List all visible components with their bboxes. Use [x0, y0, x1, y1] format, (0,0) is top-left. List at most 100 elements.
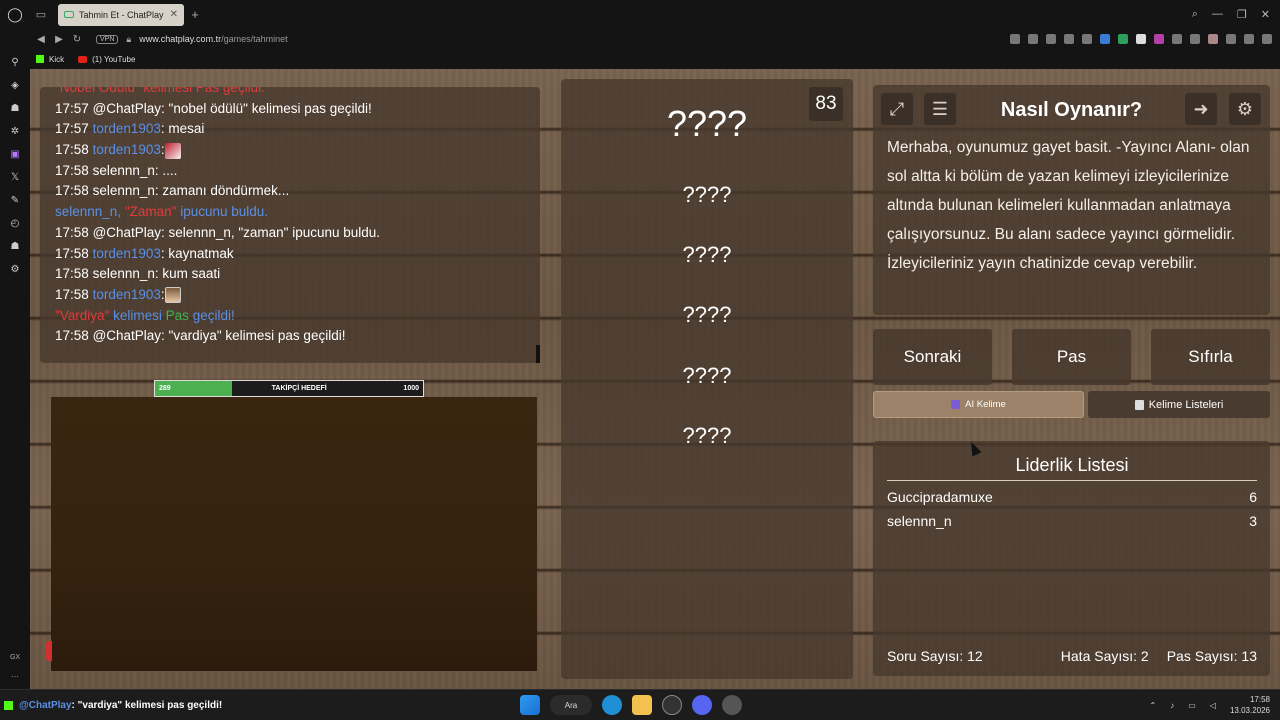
bookmark-icon[interactable]: [1010, 34, 1020, 44]
microphone-icon[interactable]: ♪: [1170, 701, 1174, 710]
youtube-icon: [78, 55, 88, 63]
kick-notification[interactable]: @ChatPlay: "vardiya" kelimesi pas geçild…: [0, 700, 222, 711]
game-stats: Soru Sayısı: 12 Hata Sayısı: 2 Pas Sayıs…: [887, 648, 1257, 664]
sidebar-item-game2-icon[interactable]: ☗: [8, 239, 22, 253]
obs-icon[interactable]: [722, 695, 742, 715]
pass-button[interactable]: Pas: [1012, 329, 1131, 385]
close-window-icon[interactable]: ✕: [1261, 8, 1270, 21]
chat-line: 17:58 @ChatPlay: selennn_n, "zaman" ipuc…: [55, 223, 540, 244]
back-icon[interactable]: ◀: [32, 34, 50, 45]
pass-label: Pas: [165, 307, 189, 323]
more-icon[interactable]: ⋯: [12, 673, 19, 681]
x-icon[interactable]: 𝕏: [8, 170, 22, 184]
discord-icon[interactable]: [692, 695, 712, 715]
windows-start-icon[interactable]: [520, 695, 540, 715]
close-tab-icon[interactable]: ✕: [170, 9, 178, 20]
clock-time: 17:58: [1249, 695, 1270, 704]
opera-gx-icon[interactable]: [662, 695, 682, 715]
ai-word-label: AI Kelime: [965, 399, 1006, 410]
clock[interactable]: 17:58 13.03.2026: [1230, 694, 1270, 716]
network-icon[interactable]: ▭: [1188, 701, 1196, 710]
sidebar-item-hotkeys-icon[interactable]: ✲: [8, 124, 22, 138]
settings-icon[interactable]: ⚙: [8, 262, 22, 276]
bookmark-kick[interactable]: Kick: [36, 55, 64, 64]
next-button[interactable]: Sonraki: [873, 329, 992, 385]
menu-icon[interactable]: [1262, 34, 1272, 44]
opera-gx-logo-icon[interactable]: ◯: [0, 0, 30, 29]
recording-indicator: [46, 641, 52, 661]
pass-text: kelimesi: [113, 307, 162, 323]
extension-icon[interactable]: [1136, 34, 1146, 44]
ai-word-button[interactable]: AI Kelime: [873, 391, 1084, 418]
shield-icon[interactable]: [1046, 34, 1056, 44]
sidebar-item-game-icon[interactable]: ☗: [8, 101, 22, 115]
extension-icon[interactable]: [1172, 34, 1182, 44]
extension-icon[interactable]: [1226, 34, 1236, 44]
tab-manager-icon[interactable]: ▭: [30, 8, 52, 21]
chat-time: 17:58: [55, 266, 89, 282]
avatar[interactable]: [1208, 34, 1218, 44]
chat-message: : kaynatmak: [160, 245, 234, 261]
streamer-area: [51, 397, 537, 671]
word-lists-button[interactable]: Kelime Listeleri: [1088, 391, 1270, 418]
url-field[interactable]: www.chatplay.com.tr/games/tahminet: [139, 34, 287, 44]
chat-panel: "Nobel Ödülü" kelimesi Pas geçildi. 17:5…: [40, 87, 540, 363]
file-explorer-icon[interactable]: [632, 695, 652, 715]
search-icon[interactable]: ⌕: [1192, 8, 1198, 21]
follower-current: 289: [159, 385, 171, 392]
pass-word: "Vardiya": [55, 307, 110, 323]
sidebar-item-history-icon[interactable]: ◴: [8, 216, 22, 230]
volume-icon[interactable]: ◁: [1210, 701, 1216, 710]
lock-icon[interactable]: 🔒︎: [126, 34, 131, 45]
twitch-icon[interactable]: ▣: [8, 147, 22, 161]
bookmark-youtube[interactable]: (1) YouTube: [78, 55, 135, 64]
question-count: Soru Sayısı: 12: [887, 648, 983, 664]
chat-message: : zamanı döndürmek...: [154, 183, 290, 199]
chat-line: "Nobel Ödülü" kelimesi Pas geçildi.: [55, 87, 540, 99]
pass-text: geçildi!: [192, 307, 235, 323]
ai-icon[interactable]: [1244, 34, 1254, 44]
gx-label[interactable]: GX: [10, 654, 20, 661]
taskbar-search[interactable]: Ara: [550, 695, 592, 715]
leaderboard-panel: Liderlik Listesi Guccipradamuxe 6 selenn…: [873, 441, 1270, 676]
notif-user: @ChatPlay: [19, 699, 72, 711]
sidebar-item-pin-icon[interactable]: ⚲: [8, 55, 22, 69]
chat-time: 17:57: [55, 121, 89, 137]
heart-icon[interactable]: [1082, 34, 1092, 44]
gear-icon[interactable]: ⚙: [1229, 93, 1261, 125]
chat-pass-line: "Vardiya" kelimesi Pas geçildi!: [55, 306, 540, 327]
chat-time: 17:58: [55, 142, 89, 158]
extension-icon[interactable]: [1100, 34, 1110, 44]
extension-icon[interactable]: [1154, 34, 1164, 44]
bookmark-label: Kick: [49, 54, 65, 64]
player-score: 3: [1249, 513, 1257, 529]
exit-icon[interactable]: ➜: [1185, 93, 1217, 125]
chat-time: 17:58: [55, 224, 89, 240]
leaderboard-row: Guccipradamuxe 6: [887, 489, 1257, 505]
reload-icon[interactable]: ↻: [68, 34, 86, 45]
browser-tab[interactable]: Tahmin Et - ChatPlay ✕: [58, 3, 184, 26]
forward-icon[interactable]: ▶: [50, 34, 68, 45]
sidebar-item-gx-icon[interactable]: ◈: [8, 78, 22, 92]
new-tab-button[interactable]: +: [184, 7, 206, 22]
snapshot-icon[interactable]: [1028, 34, 1038, 44]
chat-message: : "nobel ödülü" kelimesi pas geçildi!: [161, 100, 372, 116]
address-bar: ◀ ▶ ↻ VPN 🔒︎ www.chatplay.com.tr/games/t…: [0, 29, 1280, 49]
chat-time: 17:57: [55, 100, 89, 116]
browser-sidebar: ⚲ ◈ ☗ ✲ ▣ 𝕏 ✎ ◴ ☗ ⚙ GX ⋯: [0, 49, 30, 689]
vpn-badge[interactable]: VPN: [96, 34, 119, 44]
play-icon[interactable]: [1064, 34, 1074, 44]
chat-message: : mesai: [160, 121, 205, 137]
extension-icon[interactable]: [1190, 34, 1200, 44]
chevron-up-icon[interactable]: ⌃: [1150, 701, 1157, 710]
minimize-icon[interactable]: —: [1212, 8, 1223, 21]
extension-icon[interactable]: [1118, 34, 1128, 44]
reset-button[interactable]: Sıfırla: [1151, 329, 1270, 385]
kick-icon: [4, 700, 13, 710]
restore-icon[interactable]: ❐: [1237, 8, 1247, 21]
divider: [536, 345, 540, 363]
howto-text: Merhaba, oyunumuz gayet basit. -Yayıncı …: [887, 139, 1250, 272]
chat-time: 17:58: [55, 286, 89, 302]
sidebar-item-tool-icon[interactable]: ✎: [8, 193, 22, 207]
edge-icon[interactable]: [602, 695, 622, 715]
